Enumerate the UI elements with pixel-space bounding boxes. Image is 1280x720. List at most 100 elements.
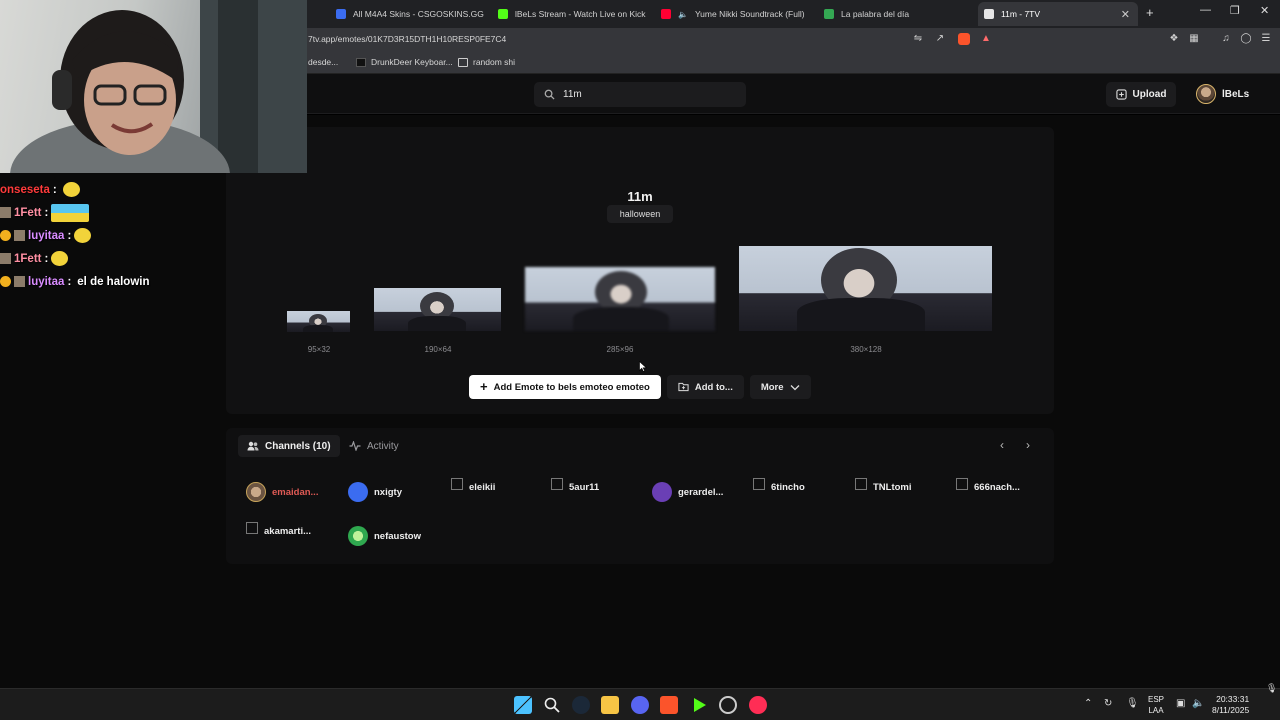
chat-message: 1Fett: [0,201,230,224]
lang-code: ESP [1148,695,1165,704]
sidebar-icon[interactable]: ▦ [1188,33,1200,45]
channel-item[interactable]: nefaustow [348,526,421,546]
music-app-icon[interactable] [749,696,767,714]
steam-icon[interactable] [572,696,590,714]
badge-icon [14,230,25,241]
browser-tab[interactable]: La palabra del día [818,3,968,25]
upload-button[interactable]: Upload [1106,82,1176,107]
smiley-emote-icon [62,182,80,197]
new-tab-button[interactable]: + [1146,5,1154,20]
size-label: 285×96 [606,345,634,354]
menu-icon[interactable]: ☰ [1260,33,1272,45]
avatar [1196,84,1216,104]
share-icon[interactable]: ↗ [934,33,946,45]
user-menu[interactable]: lBeLs [1196,84,1249,104]
chevron-down-icon [790,384,800,390]
plus-icon: + [480,379,488,394]
more-button[interactable]: More [749,375,811,399]
volume-icon[interactable]: 🔈 [1192,698,1204,709]
app-icon[interactable] [719,696,737,714]
clock[interactable]: 20:33:31 8/11/2025 [1212,694,1249,716]
channel-name: gerardel... [678,486,724,498]
channel-item[interactable]: 666nach... [956,477,1020,493]
brave-rewards-icon[interactable]: ▲ [980,33,992,45]
channels-panel: Channels (10) Activity ‹ › emaidan... nx… [226,428,1054,564]
close-tab-icon[interactable]: ✕ [1121,8,1130,21]
browser-tab-active[interactable]: 11m - 7TV ✕ [978,2,1138,26]
keyboard-favicon-icon [356,57,366,67]
emote-tag[interactable]: halloween [607,205,673,223]
tab-channels[interactable]: Channels (10) [238,435,340,457]
tab-activity-label: Activity [367,440,399,452]
channel-item[interactable]: akamarti... [246,521,311,537]
channel-item[interactable]: emaidan... [246,482,318,502]
sync-icon[interactable]: ↻ [1104,698,1112,709]
play-icon[interactable] [690,696,708,714]
size-label: 95×32 [307,345,331,354]
channel-item[interactable]: nxigty [348,482,402,502]
tab-title: 11m - 7TV [1001,9,1041,19]
channel-item[interactable]: 6tincho [753,477,805,493]
channel-name: 6tincho [771,482,805,493]
emote-actions: + Add Emote to bels emoteo emoteo Add to… [469,375,811,399]
tray-expand-icon[interactable]: ⌃ [1084,698,1092,709]
badge-icon [0,230,11,241]
browser-tab[interactable]: lBeLs Stream - Watch Live on Kick [492,3,652,25]
add-emote-button[interactable]: + Add Emote to bels emoteo emoteo [469,375,661,399]
clock-time: 20:33:31 [1216,694,1250,704]
upload-label: Upload [1132,89,1167,100]
minimize-icon[interactable]: — [1200,4,1211,16]
tab-activity[interactable]: Activity [340,435,408,457]
emote-name: 11m [627,189,653,204]
vpn-icon[interactable]: ◯ [1240,33,1252,45]
speaker-icon[interactable]: 🔈 [678,10,688,19]
clock-date: 8/11/2025 [1212,705,1250,715]
youtube-favicon-icon [661,9,671,19]
search-box[interactable] [534,82,746,107]
translate-icon[interactable]: ⇋ [912,33,924,45]
channel-name: nxigty [374,486,402,498]
tab-title: Yume Nikki Soundtrack (Full) - Yo [694,9,805,19]
bookmark-item[interactable]: desde... [308,57,338,67]
size-label: 380×128 [850,345,882,354]
search-icon [544,89,555,100]
file-explorer-icon[interactable] [601,696,619,714]
emote-preview-3x [525,267,715,331]
network-icon[interactable]: ▣ [1176,698,1185,709]
brave-shields-icon[interactable] [958,33,970,45]
discord-icon[interactable] [631,696,649,714]
url-field[interactable]: 7tv.app/emotes/01K7D3R15DTH1H10RESP0FE7C… [308,34,506,44]
channel-avatar [348,482,368,502]
search-icon[interactable] [543,696,561,714]
restore-icon[interactable]: ❐ [1230,4,1240,17]
lang-layout: LAA [1148,706,1164,715]
brave-icon[interactable] [660,696,678,714]
media-icon[interactable]: ♫ [1220,33,1232,45]
channel-item[interactable]: 5aur11 [551,477,599,493]
broken-image-icon [753,477,765,490]
chat-username: luyitaa [28,229,65,242]
search-input[interactable] [563,89,723,100]
channel-avatar [652,482,672,502]
add-to-button[interactable]: Add to... [666,375,744,399]
channel-item[interactable]: TNLtomi [855,477,912,493]
channel-item[interactable]: eleikii [451,477,496,493]
channel-name: eleikii [469,482,496,493]
tab-channels-label: Channels (10) [265,440,331,452]
next-page-icon[interactable]: › [1026,438,1030,452]
close-window-icon[interactable]: ✕ [1260,4,1269,17]
bookmark-folder[interactable]: random shi [458,57,515,67]
microphone-icon[interactable]: 🎙 [1126,698,1139,709]
browser-tab[interactable]: 🔈 Yume Nikki Soundtrack (Full) - Yo [655,3,805,25]
7tv-favicon-icon [984,9,994,19]
channel-item[interactable]: gerardel... [652,482,723,502]
bookmark-item[interactable]: DrunkDeer Keyboar... [356,57,453,67]
activity-icon [349,441,361,451]
language-indicator[interactable]: ESP LAA [1148,694,1164,716]
extensions-icon[interactable]: ❖ [1168,33,1180,45]
previous-page-icon[interactable]: ‹ [1000,438,1004,452]
emote-preview-1x [287,311,350,332]
channel-name: emaidan... [272,486,319,498]
browser-tab[interactable]: All M4A4 Skins - CSGOSKINS.GG [330,3,490,25]
windows-start-icon[interactable] [514,696,532,714]
